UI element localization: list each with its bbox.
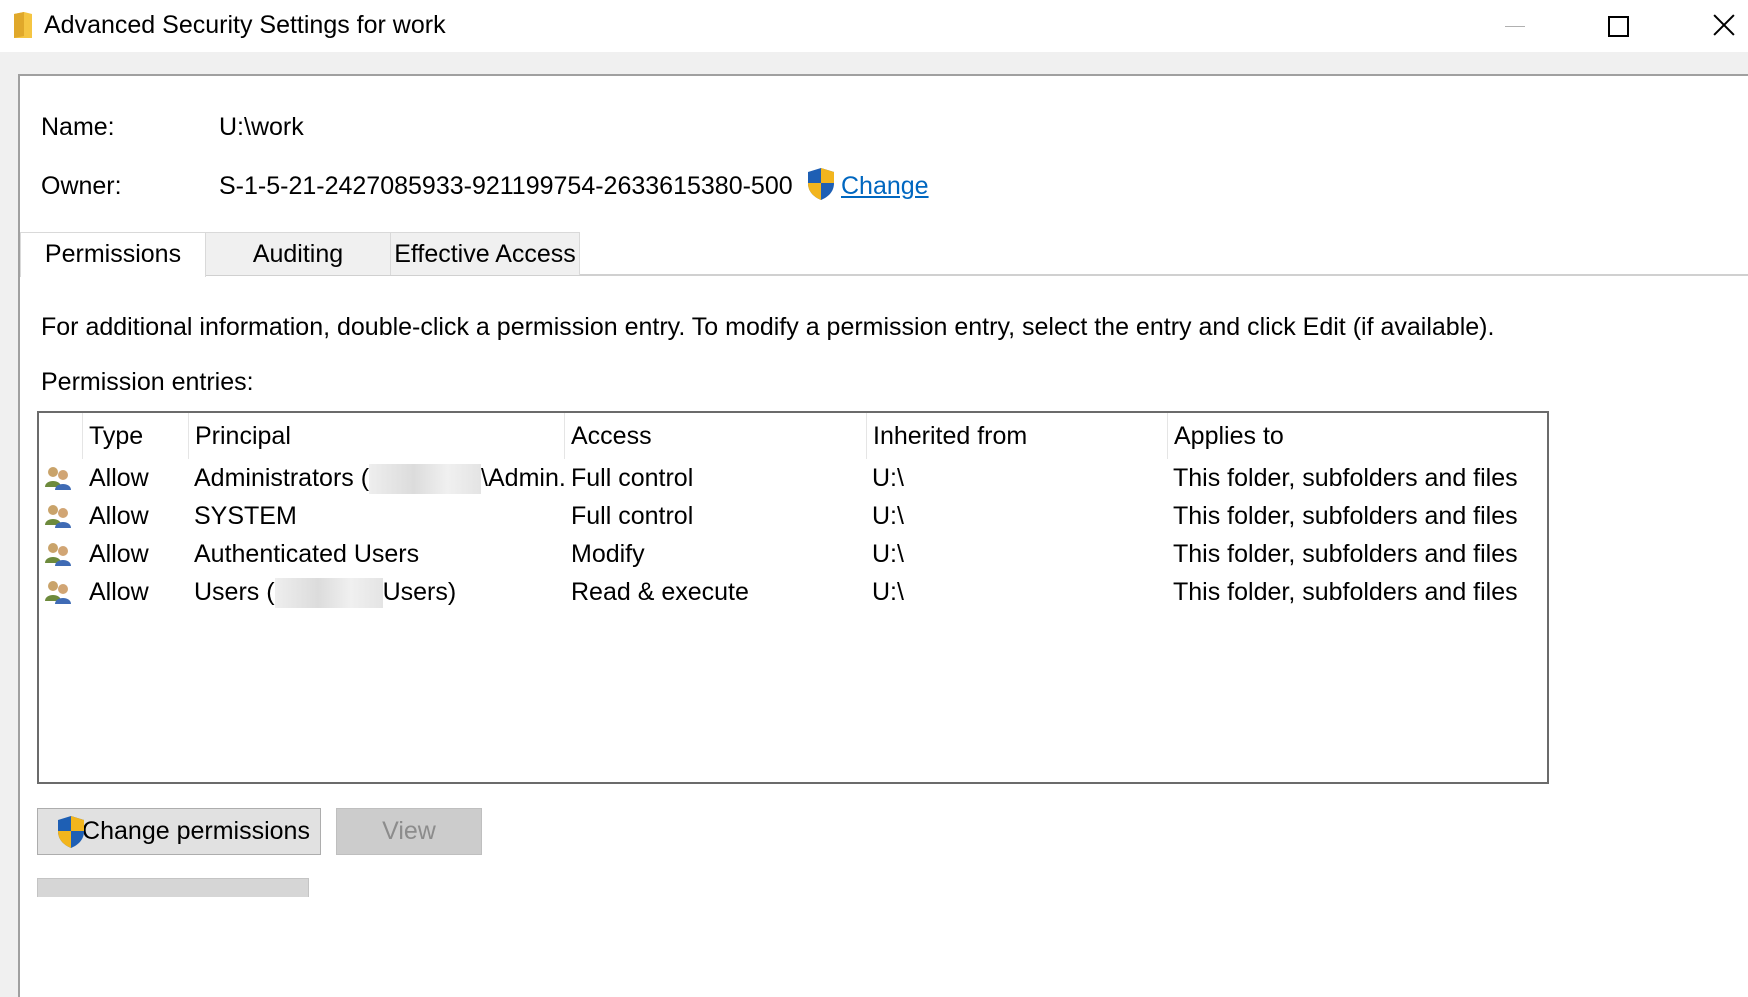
permission-entries-list[interactable]: Type Principal Access Inherited from App… [37,411,1549,784]
applies-to-cell: This folder, subfolders and files [1173,464,1518,492]
table-row[interactable]: Allow SYSTEM Full control U:\ This folde… [39,497,1547,535]
access-cell: Full control [571,502,694,530]
redacted-text [274,578,383,609]
redacted-text [369,464,482,495]
name-label: Name: [41,113,115,141]
instructions-text: For additional information, double-click… [41,313,1495,341]
change-permissions-label: Change permissions [82,817,310,845]
type-cell: Allow [89,578,149,606]
inherited-from-cell: U:\ [872,464,904,492]
applies-to-cell: This folder, subfolders and files [1173,540,1518,568]
owner-value: S-1-5-21-2427085933-921199754-2633615380… [219,172,793,200]
principal-cell: Administrators (\Admin... [194,459,564,497]
column-header-access[interactable]: Access [564,413,866,459]
access-cell: Full control [571,464,694,492]
type-cell: Allow [89,464,149,492]
inherited-from-cell: U:\ [872,502,904,530]
principal-cell: Users (Users) [194,573,564,611]
column-header-applies-to[interactable]: Applies to [1167,413,1547,459]
tab-permissions[interactable]: Permissions [20,232,206,277]
name-value: U:\work [219,113,304,141]
column-header-principal[interactable]: Principal [188,413,564,459]
applies-to-cell: This folder, subfolders and files [1173,502,1518,530]
view-button[interactable]: View [336,808,482,855]
column-header-inherited-from[interactable]: Inherited from [866,413,1167,459]
access-cell: Modify [571,540,645,568]
table-row[interactable]: Allow Authenticated Users Modify U:\ Thi… [39,535,1547,573]
table-row[interactable]: Allow Administrators (\Admin... Full con… [39,459,1547,497]
inherited-from-cell: U:\ [872,540,904,568]
principal-cell: Authenticated Users [194,540,420,568]
access-cell: Read & execute [571,578,749,606]
permission-entries-label: Permission entries: [41,368,254,396]
users-group-icon [45,505,71,528]
window-title: Advanced Security Settings for work [44,11,446,39]
principal-cell: SYSTEM [194,502,297,530]
tab-auditing[interactable]: Auditing [205,232,391,275]
partial-button[interactable] [37,878,309,897]
owner-label: Owner: [41,172,122,200]
uac-shield-icon [808,168,834,200]
type-cell: Allow [89,502,149,530]
inherited-from-cell: U:\ [872,578,904,606]
change-permissions-button[interactable]: Change permissions [37,808,321,855]
users-group-icon [45,467,71,490]
maximize-button[interactable] [1598,4,1646,46]
applies-to-cell: This folder, subfolders and files [1173,578,1518,606]
folder-icon [14,12,32,38]
uac-shield-icon [58,816,84,848]
tab-effective-access[interactable]: Effective Access [390,232,580,275]
type-cell: Allow [89,540,149,568]
minimize-button[interactable] [1505,4,1553,46]
users-group-icon [45,581,71,604]
column-header-type[interactable]: Type [82,413,188,459]
close-button[interactable] [1706,4,1748,46]
table-row[interactable]: Allow Users (Users) Read & execute U:\ T… [39,573,1547,611]
title-bar: Advanced Security Settings for work [0,0,1748,52]
change-owner-link[interactable]: Change [841,171,929,201]
users-group-icon [45,543,71,566]
